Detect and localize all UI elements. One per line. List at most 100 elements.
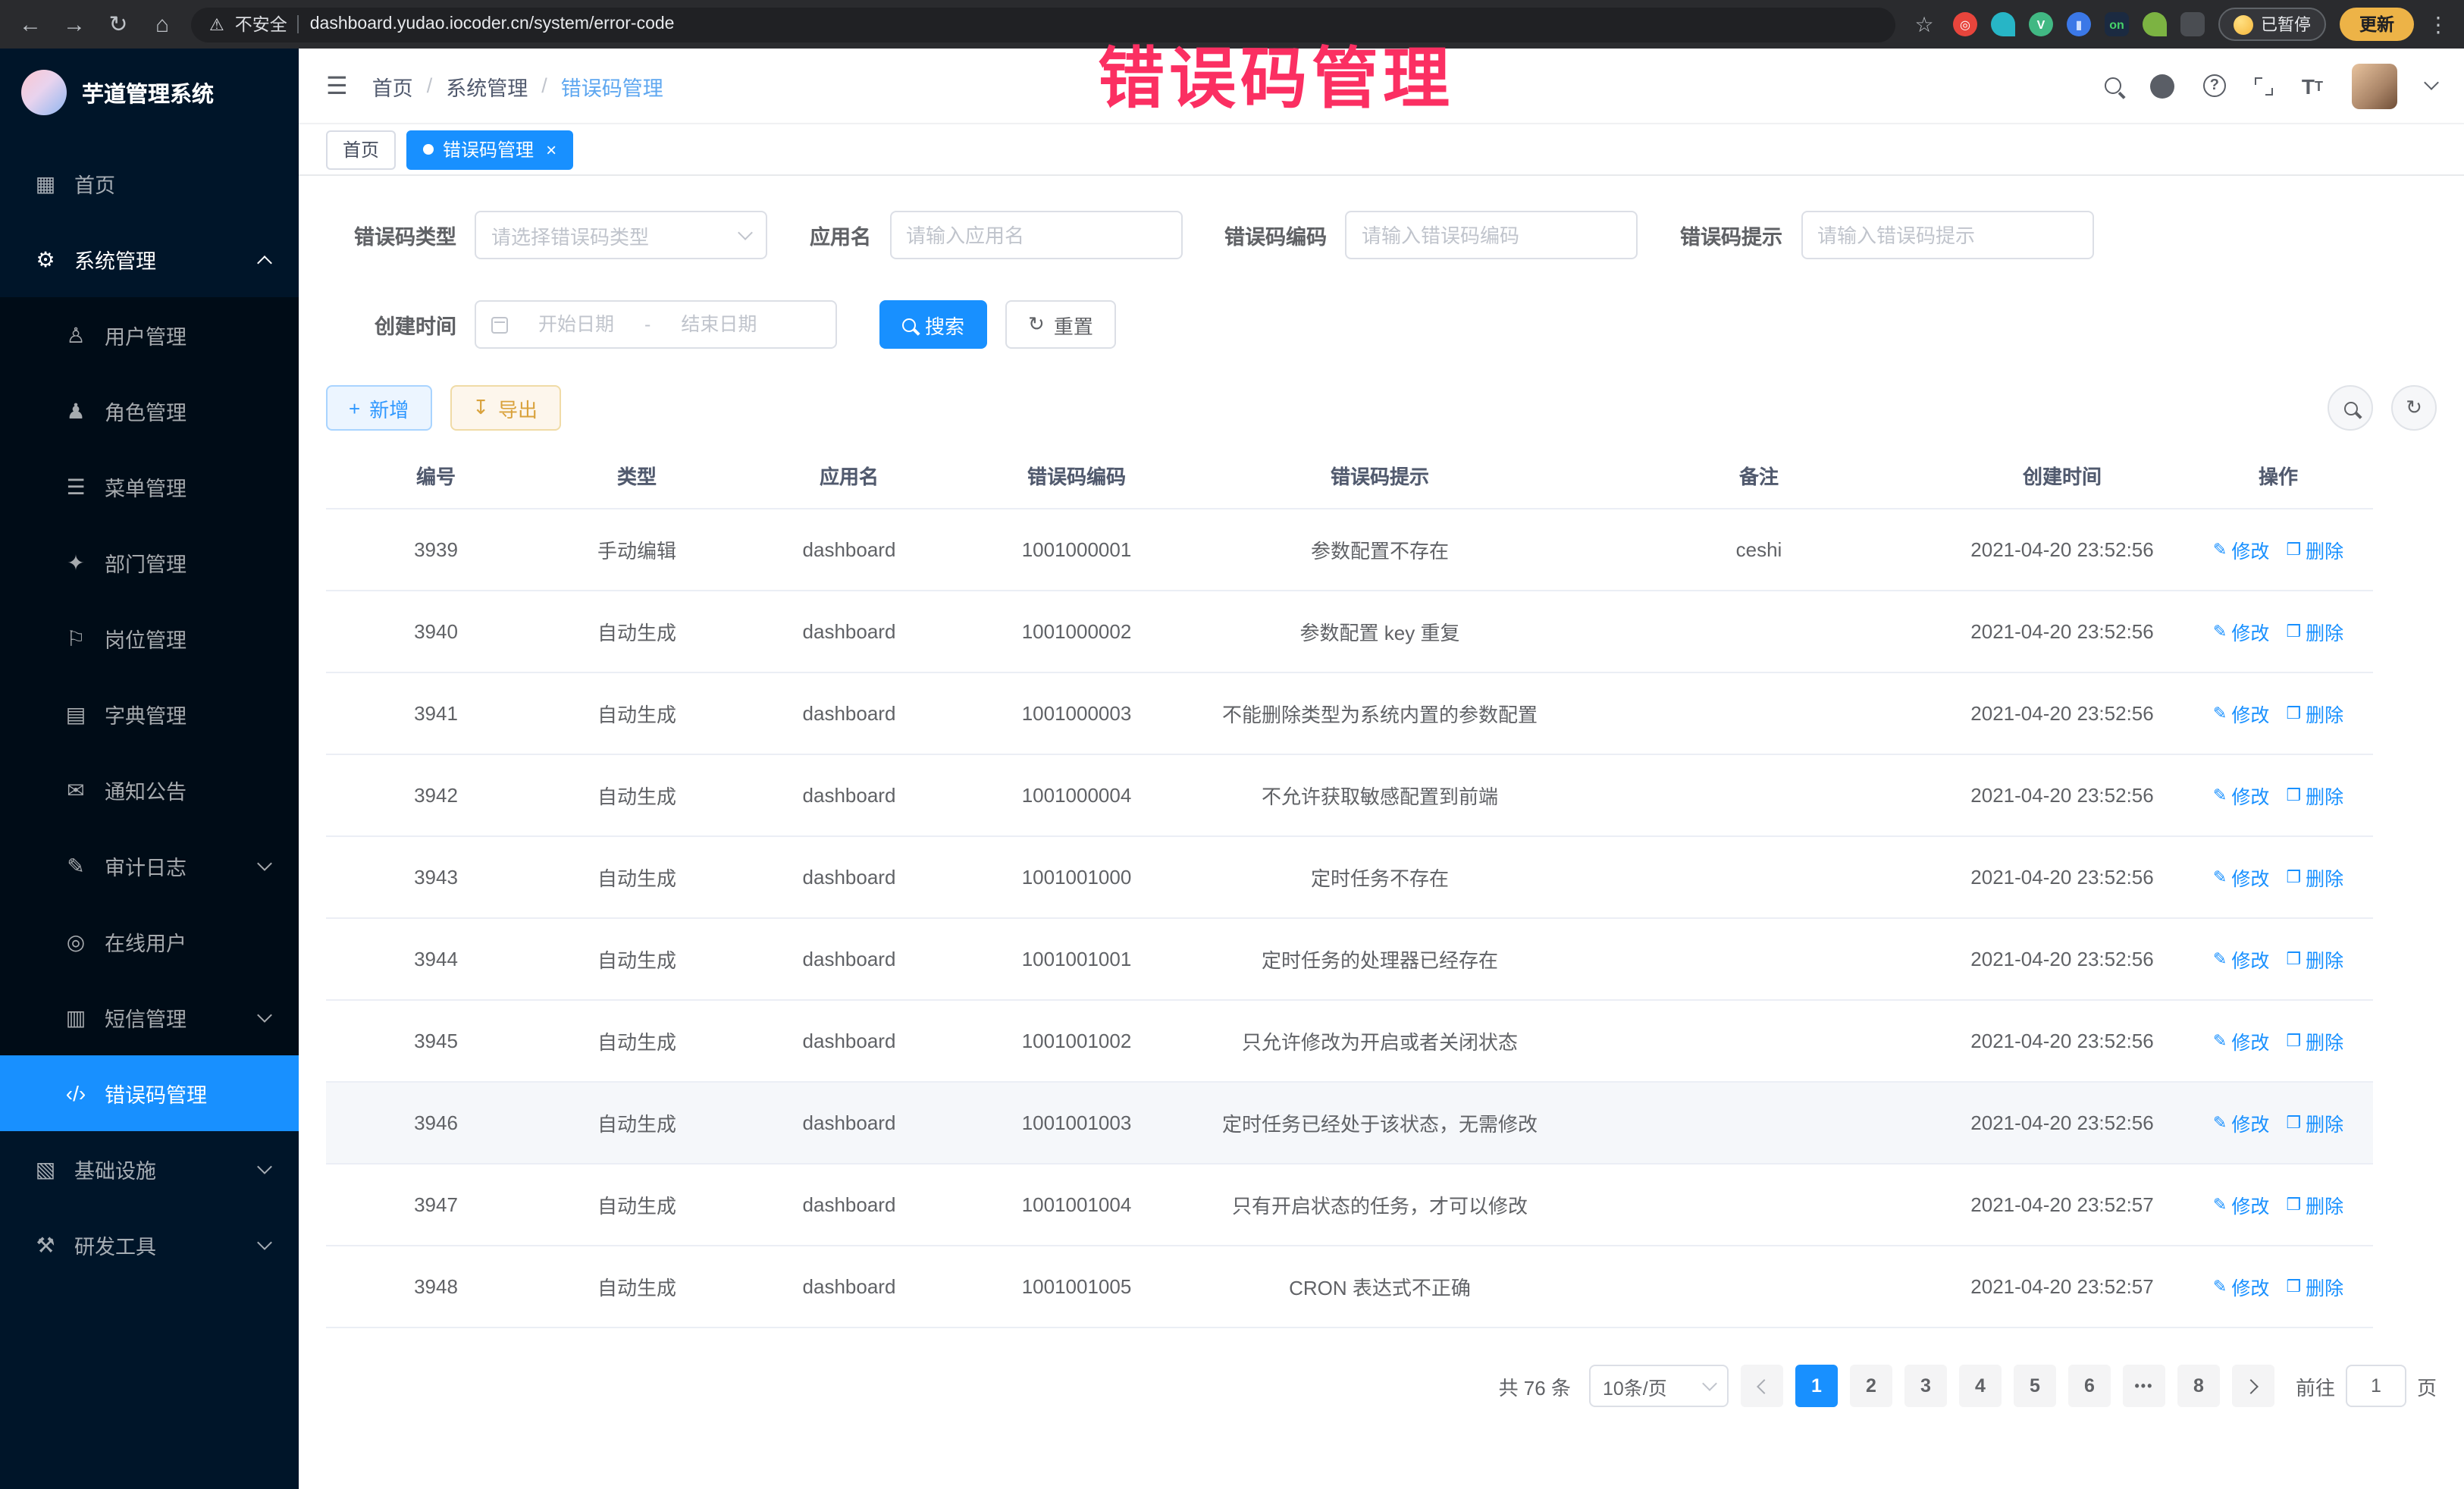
tab-error-code[interactable]: 错误码管理 × [406, 130, 573, 169]
sidebar-item-14[interactable]: ⚒ 研发工具 [0, 1207, 299, 1283]
error-code-input[interactable] [1362, 224, 1621, 246]
goto-page-input[interactable] [2346, 1365, 2406, 1407]
edit-label: 修改 [2231, 617, 2269, 646]
reload-icon[interactable]: ↻ [103, 11, 133, 38]
address-bar[interactable]: ⚠ 不安全 dashboard.yudao.iocoder.cn/system/… [191, 7, 1895, 42]
sidebar-item-7[interactable]: ▤ 字典管理 [0, 676, 299, 752]
sidebar-item-6[interactable]: ⚐ 岗位管理 [0, 600, 299, 676]
user-avatar[interactable] [2352, 63, 2397, 108]
extension-on-icon[interactable]: on [2105, 12, 2129, 36]
extension-drop-icon[interactable] [1991, 12, 2015, 36]
sidebar-item-12[interactable]: ‹/› 错误码管理 [0, 1055, 299, 1131]
app-name-field [889, 211, 1182, 259]
delete-link[interactable]: ❒ 删除 [2286, 535, 2343, 564]
breadcrumb-system[interactable]: 系统管理 [446, 71, 528, 101]
edit-link[interactable]: ✎ 修改 [2213, 617, 2269, 646]
extension-chart-icon[interactable]: ▮ [2067, 12, 2091, 36]
page-button-4[interactable]: 5 [2014, 1365, 2056, 1407]
hamburger-icon[interactable]: ☰ [326, 71, 348, 101]
delete-link[interactable]: ❒ 删除 [2286, 699, 2343, 728]
col-code: 错误码编码 [970, 461, 1183, 490]
home-icon[interactable]: ⌂ [147, 11, 177, 37]
cell-type: 手动编辑 [546, 535, 728, 564]
font-size-icon[interactable]: TT [2302, 74, 2323, 98]
cell-message: 只允许修改为开启或者关闭状态 [1183, 1027, 1577, 1055]
filter-app-name: 应用名 [810, 211, 1182, 259]
extension-target-icon[interactable]: ◎ [1953, 12, 1977, 36]
help-icon[interactable]: ? [2203, 74, 2226, 97]
date-range-picker[interactable]: - [475, 300, 837, 349]
edit-icon: ✎ [2213, 540, 2227, 560]
tab-label: 首页 [343, 136, 379, 162]
page-button-5[interactable]: 6 [2068, 1365, 2111, 1407]
cell-id: 3945 [326, 1030, 546, 1052]
page-button-2[interactable]: 3 [1904, 1365, 1947, 1407]
sidebar-item-3[interactable]: ♟ 角色管理 [0, 373, 299, 449]
delete-link[interactable]: ❒ 删除 [2286, 1272, 2343, 1301]
tab-home[interactable]: 首页 [326, 130, 396, 169]
paused-badge[interactable]: 已暂停 [2218, 8, 2326, 41]
end-date-input[interactable] [660, 314, 778, 335]
delete-link[interactable]: ❒ 删除 [2286, 863, 2343, 892]
update-button[interactable]: 更新 [2340, 8, 2414, 41]
delete-link[interactable]: ❒ 删除 [2286, 945, 2343, 973]
edit-link[interactable]: ✎ 修改 [2213, 781, 2269, 810]
sidebar-item-2[interactable]: ♙ 用户管理 [0, 297, 299, 373]
delete-link[interactable]: ❒ 删除 [2286, 781, 2343, 810]
search-button[interactable]: 搜索 [879, 300, 987, 349]
reset-button[interactable]: ↻ 重置 [1005, 300, 1116, 349]
prev-page-button[interactable] [1741, 1365, 1783, 1407]
export-button[interactable]: ↧ 导出 [450, 385, 560, 431]
page-size-select[interactable]: 10条/页 [1589, 1365, 1729, 1407]
delete-link[interactable]: ❒ 删除 [2286, 617, 2343, 646]
page-button-0[interactable]: 1 [1795, 1365, 1838, 1407]
extension-vue-icon[interactable]: V [2029, 12, 2053, 36]
start-date-input[interactable] [517, 314, 635, 335]
close-icon[interactable]: × [546, 139, 556, 160]
edit-link[interactable]: ✎ 修改 [2213, 1108, 2269, 1137]
edit-link[interactable]: ✎ 修改 [2213, 863, 2269, 892]
edit-link[interactable]: ✎ 修改 [2213, 1190, 2269, 1219]
search-icon[interactable] [2105, 77, 2121, 94]
sidebar-item-5[interactable]: ✦ 部门管理 [0, 525, 299, 600]
sidebar-item-11[interactable]: ▥ 短信管理 [0, 980, 299, 1055]
bookmark-star-icon[interactable]: ☆ [1909, 11, 1939, 37]
edit-link[interactable]: ✎ 修改 [2213, 1272, 2269, 1301]
app-logo[interactable]: 芋道管理系统 [0, 49, 299, 136]
browser-menu-icon[interactable]: ⋮ [2428, 11, 2449, 37]
sidebar-item-1[interactable]: ⚙ 系统管理 [0, 221, 299, 297]
page-button-6[interactable]: ••• [2123, 1365, 2165, 1407]
chevron-down-icon[interactable] [2424, 75, 2439, 90]
sidebar-item-4[interactable]: ☰ 菜单管理 [0, 449, 299, 525]
page-button-1[interactable]: 2 [1850, 1365, 1892, 1407]
forward-icon[interactable]: → [59, 11, 89, 37]
error-type-select[interactable]: 请选择错误码类型 [475, 211, 767, 259]
sidebar-item-10[interactable]: ◎ 在线用户 [0, 904, 299, 980]
edit-link[interactable]: ✎ 修改 [2213, 535, 2269, 564]
edit-link[interactable]: ✎ 修改 [2213, 945, 2269, 973]
sidebar-item-8[interactable]: ✉ 通知公告 [0, 752, 299, 828]
page-button-7[interactable]: 8 [2177, 1365, 2220, 1407]
back-icon[interactable]: ← [15, 11, 45, 37]
refresh-table-button[interactable]: ↻ [2391, 385, 2437, 431]
breadcrumb-home[interactable]: 首页 [372, 71, 413, 101]
extension-pin-icon[interactable] [2180, 12, 2205, 36]
next-page-button[interactable] [2232, 1365, 2274, 1407]
error-hint-input[interactable] [1817, 224, 2077, 246]
edit-link[interactable]: ✎ 修改 [2213, 1027, 2269, 1055]
sidebar-item-9[interactable]: ✎ 审计日志 [0, 828, 299, 904]
delete-link[interactable]: ❒ 删除 [2286, 1108, 2343, 1137]
delete-link[interactable]: ❒ 删除 [2286, 1190, 2343, 1219]
sidebar-item-0[interactable]: ▦ 首页 [0, 146, 299, 221]
toggle-search-button[interactable] [2328, 385, 2373, 431]
app-name-input[interactable] [906, 224, 1165, 246]
sidebar-item-13[interactable]: ▧ 基础设施 [0, 1131, 299, 1207]
cell-app: dashboard [728, 948, 970, 970]
fullscreen-icon[interactable] [2255, 77, 2273, 95]
add-button[interactable]: + 新增 [326, 385, 431, 431]
delete-link[interactable]: ❒ 删除 [2286, 1027, 2343, 1055]
github-icon[interactable] [2150, 74, 2174, 98]
edit-link[interactable]: ✎ 修改 [2213, 699, 2269, 728]
page-button-3[interactable]: 4 [1959, 1365, 2002, 1407]
extension-leaf-icon[interactable] [2143, 12, 2167, 36]
